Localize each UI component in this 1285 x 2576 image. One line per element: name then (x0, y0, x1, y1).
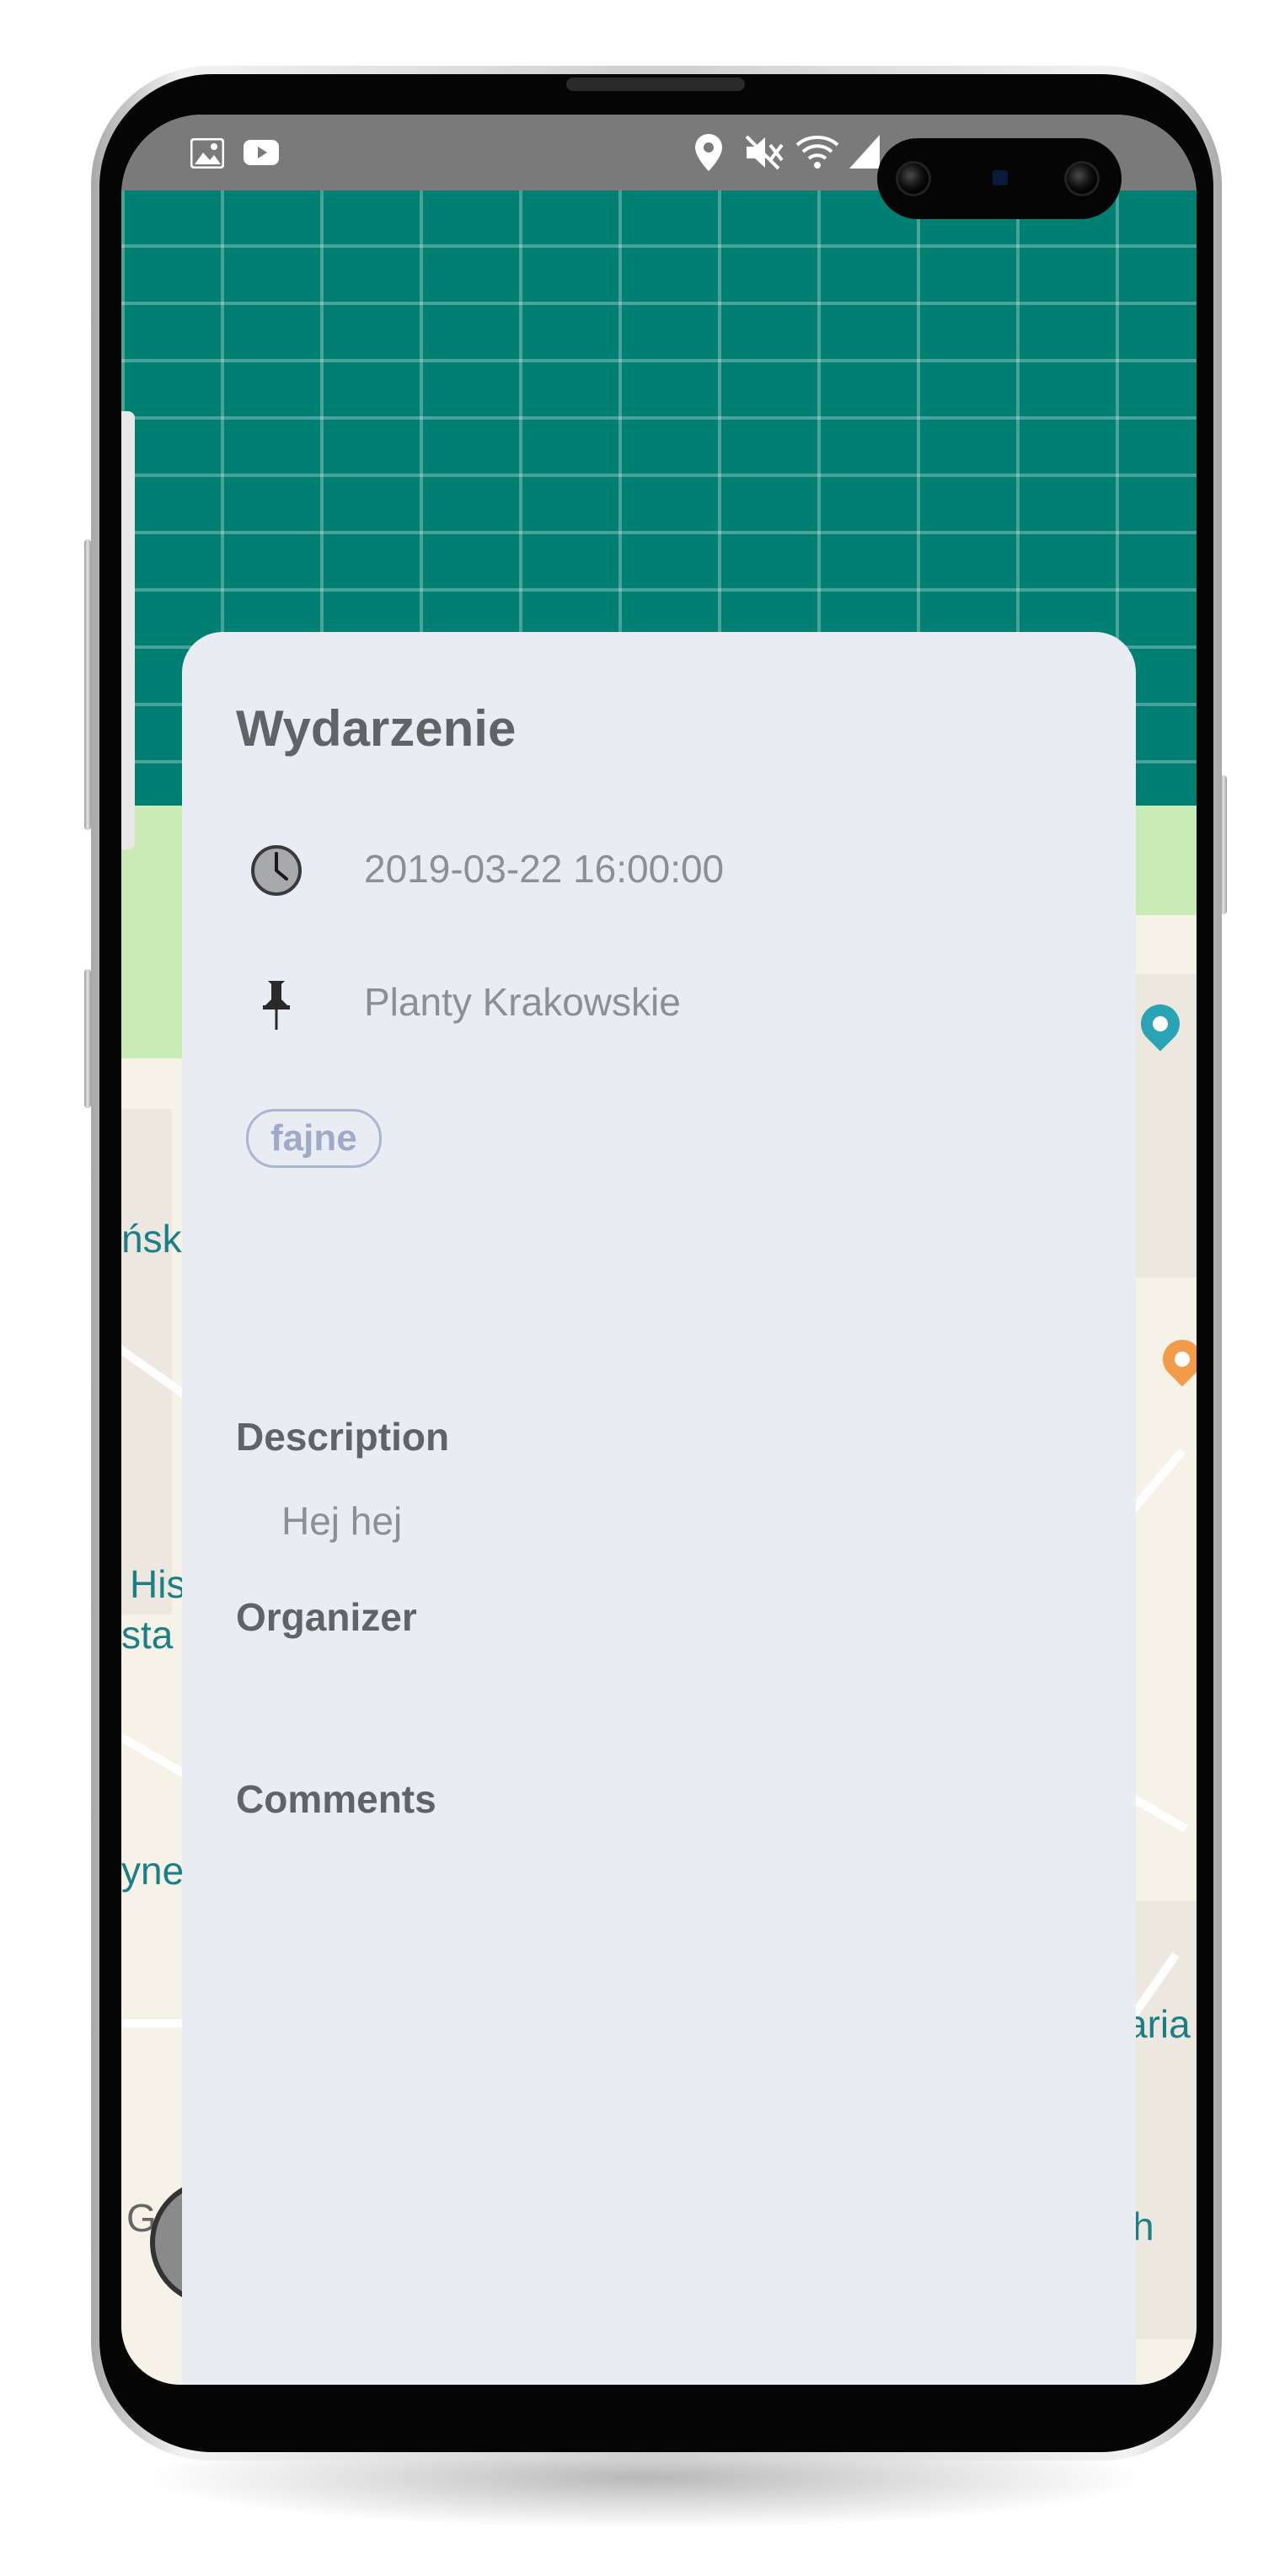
description-heading: Description (236, 1415, 450, 1459)
map-label: His (130, 1562, 186, 1606)
map-label: ńsk (121, 1217, 182, 1261)
camera-lens (1064, 161, 1100, 196)
event-location: Planty Krakowskie (364, 980, 681, 1024)
comments-heading: Comments (236, 1777, 436, 1821)
camera-lens (896, 161, 931, 196)
image-icon (190, 137, 225, 174)
camera-sensor (993, 170, 1008, 185)
wifi-icon (795, 133, 839, 175)
description-text: Hej hej (281, 1499, 403, 1543)
app-screen: ńsk His sta yne G aria h Wydarzenie 2019… (121, 115, 1197, 2385)
signal-icon (848, 133, 881, 175)
location-icon (694, 133, 723, 177)
earpiece-speaker (566, 78, 745, 91)
event-tag-chip[interactable]: fajne (246, 1109, 382, 1168)
device-mockup: ńsk His sta yne G aria h Wydarzenie 2019… (0, 0, 1285, 2576)
map-restaurant-pin[interactable] (1154, 1331, 1197, 1387)
map-label: yne (121, 1849, 185, 1893)
mute-icon (745, 135, 784, 175)
map-edge-panel (121, 411, 135, 849)
youtube-icon (243, 138, 280, 172)
event-details-sheet: Wydarzenie 2019-03-22 16:00:00 Planty Kr… (182, 632, 1136, 2385)
volume-button (84, 539, 91, 830)
bixby-button (84, 969, 91, 1108)
map-label: sta (121, 1613, 174, 1657)
event-title: Wydarzenie (236, 700, 517, 757)
map-block (121, 1109, 172, 1615)
event-datetime: 2019-03-22 16:00:00 (364, 847, 725, 891)
clock-icon (251, 845, 302, 896)
pushpin-icon (263, 981, 290, 1030)
organizer-heading: Organizer (236, 1595, 417, 1639)
front-camera-cutout (877, 138, 1122, 219)
